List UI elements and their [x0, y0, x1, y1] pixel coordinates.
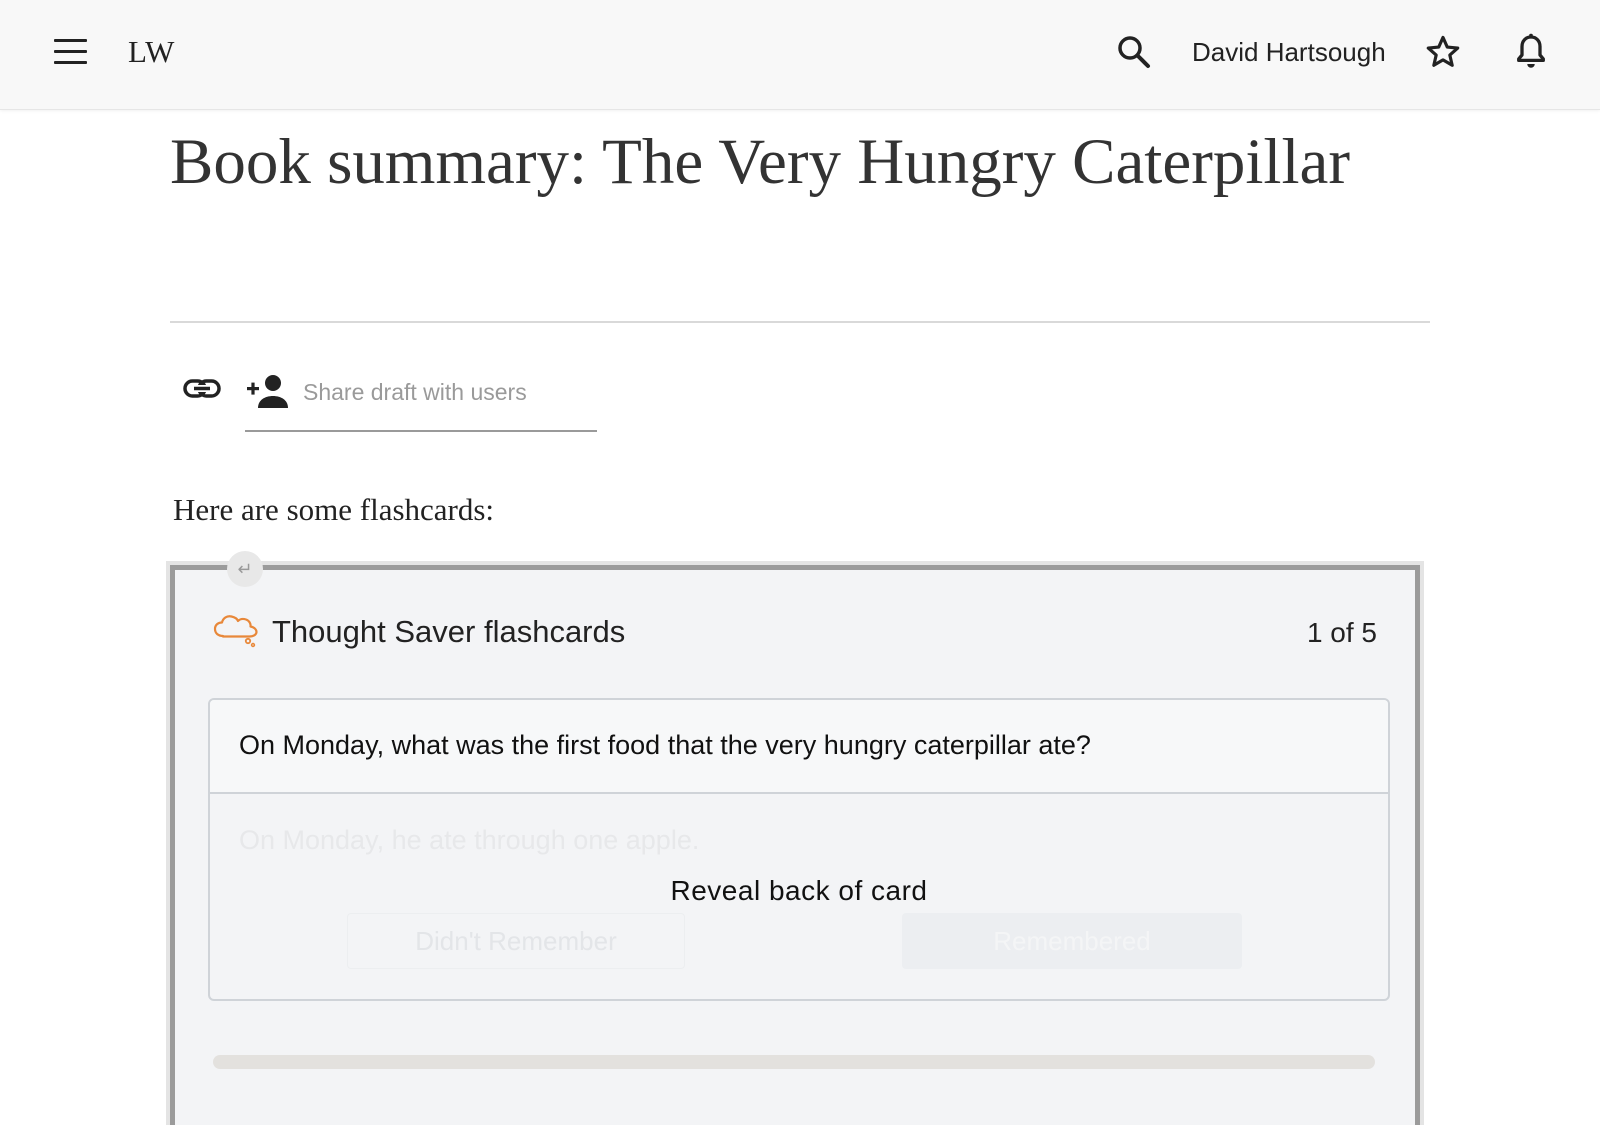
site-logo[interactable]: LW: [128, 34, 175, 70]
card-counter: 1 of 5: [1306, 617, 1377, 648]
card-answer: On Monday, he ate through one apple.: [239, 825, 700, 855]
didnt-remember-button[interactable]: Didn't Remember: [347, 913, 685, 969]
share-draft-input[interactable]: [301, 374, 595, 410]
cloud-icon: [213, 612, 259, 648]
star-icon[interactable]: [1424, 33, 1462, 71]
page-title[interactable]: Book summary: The Very Hungry Caterpilla…: [170, 118, 1420, 206]
flashcard: On Monday, what was the first food that …: [208, 698, 1390, 1001]
return-icon[interactable]: ↵: [227, 551, 263, 587]
user-menu[interactable]: David Hartsough: [1192, 37, 1386, 68]
bell-icon[interactable]: [1513, 32, 1549, 72]
share-draft-field[interactable]: [245, 368, 597, 432]
add-person-icon: [247, 374, 289, 408]
link-icon[interactable]: [183, 372, 221, 406]
remembered-button[interactable]: Remembered: [902, 913, 1242, 969]
card-question: On Monday, what was the first food that …: [239, 730, 1091, 760]
card-front: On Monday, what was the first food that …: [210, 700, 1388, 794]
widget-title: Thought Saver flashcards: [272, 614, 626, 649]
search-icon[interactable]: [1116, 34, 1152, 70]
menu-icon[interactable]: [54, 39, 87, 64]
reveal-back-button[interactable]: Reveal back of card: [210, 875, 1388, 907]
progress-bar: [213, 1055, 1375, 1069]
intro-text: Here are some flashcards:: [173, 492, 495, 527]
title-divider: [170, 321, 1430, 323]
top-bar: LW David Hartsough: [0, 0, 1600, 110]
flashcards-widget: Thought Saver flashcards 1 of 5 On Monda…: [170, 565, 1420, 1125]
